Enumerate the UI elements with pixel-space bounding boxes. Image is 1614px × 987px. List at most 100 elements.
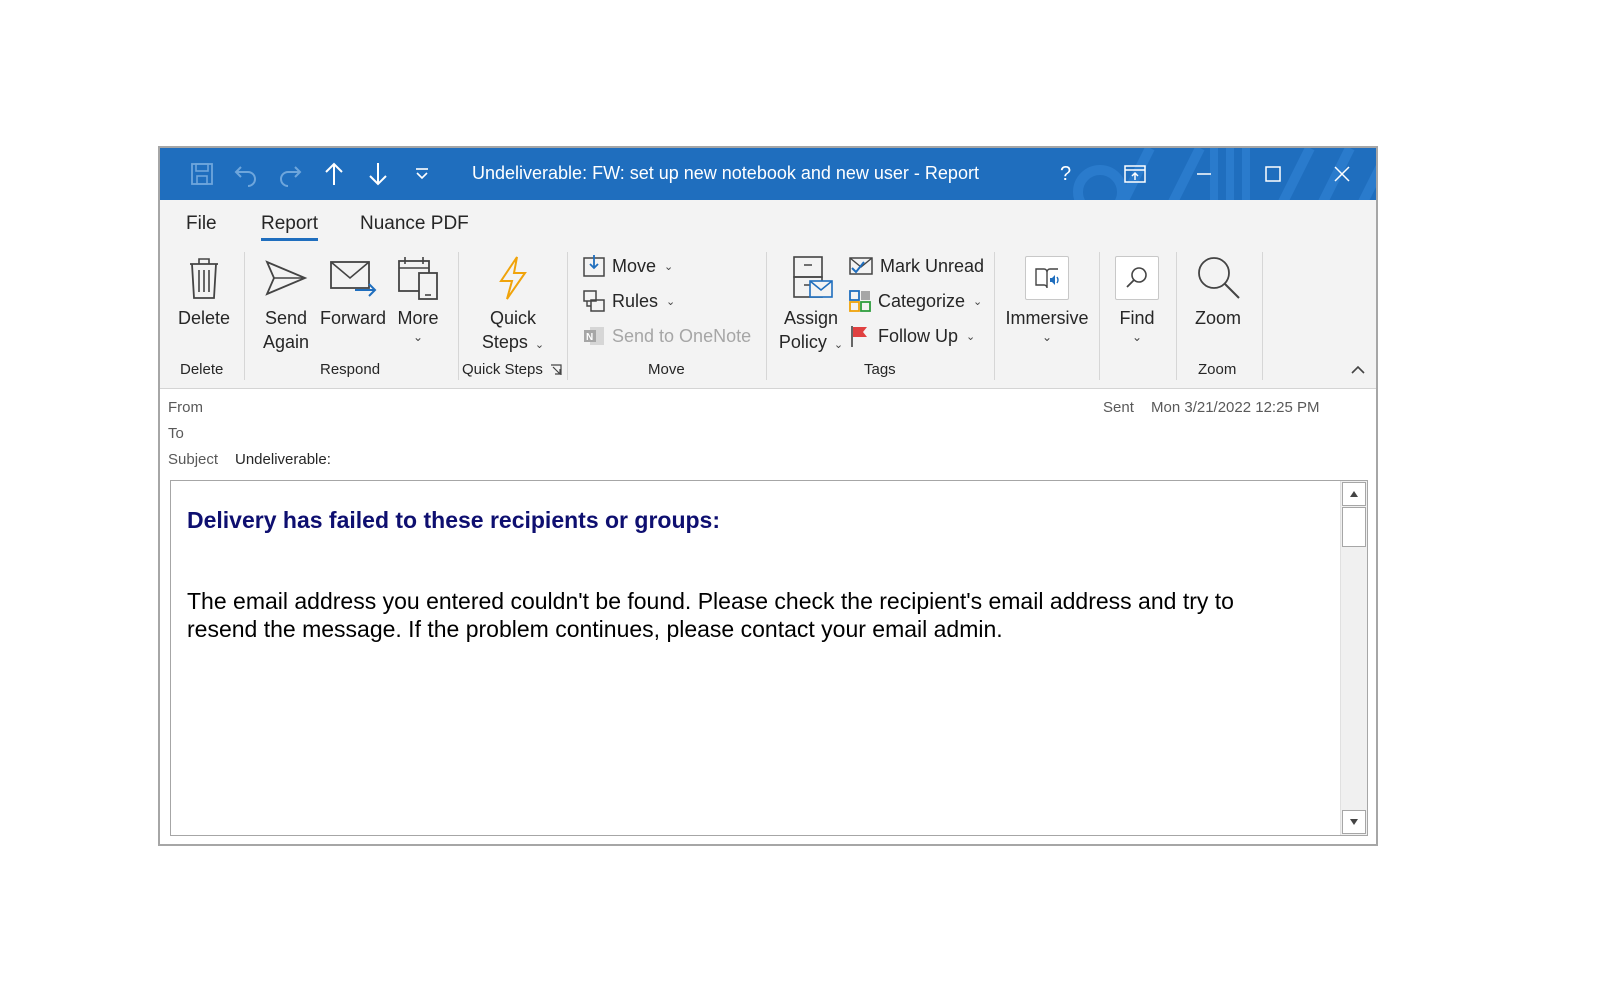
chevron-down-icon: ⌄ [833, 339, 844, 351]
close-icon [1333, 166, 1350, 182]
scrollbar-thumb[interactable] [1342, 507, 1366, 547]
ribbon-separator [244, 252, 245, 380]
ribbon-separator [1176, 252, 1177, 380]
devices-icon [398, 257, 438, 300]
chevron-down-icon: ⌄ [664, 260, 674, 273]
maximize-button[interactable] [1238, 148, 1307, 200]
quick-steps-button[interactable]: Quick Steps ⌄ [476, 250, 550, 357]
delete-label: Delete [177, 308, 231, 328]
send-again-label-line1: Send [264, 308, 308, 328]
group-label-delete: Delete [180, 361, 224, 378]
zoom-button[interactable]: Zoom [1188, 250, 1248, 330]
immersive-reader-button[interactable]: Immersive ⌄ [1002, 250, 1092, 344]
customize-icon[interactable] [406, 158, 438, 190]
tab-file[interactable]: File [186, 213, 217, 235]
group-label-tags: Tags [864, 361, 896, 378]
onenote-icon: N [584, 327, 604, 345]
ribbon-separator [1099, 252, 1100, 380]
from-label: From [168, 399, 203, 416]
categorize-button[interactable]: Categorize ⌄ [848, 289, 982, 313]
assign-policy-icon [793, 256, 833, 298]
triangle-up-icon [1350, 491, 1358, 497]
send-to-onenote-button[interactable]: N Send to OneNote [582, 324, 751, 348]
flag-icon [851, 326, 867, 347]
collapse-ribbon-icon[interactable] [1350, 364, 1366, 376]
assign-policy-button[interactable]: Assign Policy ⌄ [776, 250, 846, 357]
more-respond-button[interactable]: More ⌄ [390, 250, 446, 344]
minimize-icon [1196, 173, 1211, 175]
chevron-down-icon: ⌄ [1041, 330, 1053, 344]
quick-steps-label-line1: Quick [489, 308, 536, 328]
help-icon: ? [1059, 162, 1072, 185]
title-bar: Undeliverable: FW: set up new notebook a… [160, 148, 1376, 200]
send-again-label-line2: Again [262, 332, 310, 352]
zoom-label: Zoom [1194, 308, 1241, 328]
follow-up-button[interactable]: Follow Up ⌄ [848, 324, 975, 348]
chevron-down-icon: ⌄ [666, 295, 676, 308]
window-controls: ? [1031, 148, 1376, 200]
help-button[interactable]: ? [1031, 148, 1100, 200]
to-label: To [168, 425, 184, 442]
dialog-launcher-icon[interactable] [550, 364, 562, 376]
triangle-down-icon [1350, 819, 1358, 825]
chevron-down-icon: ⌄ [534, 339, 545, 351]
delete-button[interactable]: Delete [174, 250, 234, 330]
group-label-quick-steps: Quick Steps [462, 361, 543, 378]
chevron-down-icon: ⌄ [973, 295, 983, 308]
delivery-failed-message: The email address you entered couldn't b… [187, 588, 1234, 642]
ribbon-separator [567, 252, 568, 380]
find-label: Find [1119, 308, 1155, 328]
more-label: More [397, 308, 439, 328]
scroll-up-button[interactable] [1342, 482, 1366, 506]
scroll-down-button[interactable] [1342, 810, 1366, 834]
chevron-down-icon: ⌄ [1131, 330, 1143, 344]
mark-unread-button[interactable]: Mark Unread [848, 254, 984, 278]
redo-icon[interactable] [274, 158, 306, 190]
forward-button[interactable]: Forward [318, 250, 388, 330]
minimize-button[interactable] [1169, 148, 1238, 200]
forward-mail-icon [330, 261, 377, 297]
message-headers: From To Subject Undeliverable: Sent Mon … [160, 389, 1376, 479]
assign-policy-label-line1: Assign [783, 308, 839, 328]
close-button[interactable] [1307, 148, 1376, 200]
rules-button[interactable]: Rules ⌄ [582, 289, 675, 313]
subject-value: Undeliverable: [235, 451, 331, 468]
trash-icon [190, 258, 218, 299]
tab-report[interactable]: Report [261, 213, 319, 241]
arrow-up-icon[interactable] [318, 158, 350, 190]
maximize-icon [1264, 166, 1281, 182]
ribbon-separator [458, 252, 459, 380]
group-label-respond: Respond [320, 361, 381, 378]
move-icon [583, 255, 605, 277]
chevron-down-icon: ⌄ [412, 330, 424, 344]
immersive-reader-icon [1035, 268, 1059, 289]
assign-policy-label-line2: Policy ⌄ [778, 332, 844, 352]
ribbon: Delete Delete Send Again Forward More ⌄ … [160, 246, 1376, 389]
vertical-scrollbar[interactable] [1340, 481, 1367, 835]
immersive-label: Immersive [1005, 308, 1089, 328]
quick-access-toolbar [186, 158, 438, 190]
ribbon-display-button[interactable] [1100, 148, 1169, 200]
ribbon-tab-bar: File Report Nuance PDF [160, 200, 1376, 246]
find-button[interactable]: Find ⌄ [1112, 250, 1162, 344]
outlook-report-window: Undeliverable: FW: set up new notebook a… [158, 146, 1378, 846]
group-label-move: Move [648, 361, 685, 378]
sent-value: Mon 3/21/2022 12:25 PM [1151, 399, 1320, 416]
delivery-failed-heading: Delivery has failed to these recipients … [187, 507, 720, 533]
arrow-down-icon[interactable] [362, 158, 394, 190]
tab-nuance-pdf[interactable]: Nuance PDF [360, 213, 469, 235]
move-button[interactable]: Move ⌄ [582, 254, 673, 278]
search-icon [1126, 267, 1147, 288]
forward-label: Forward [319, 308, 386, 328]
mark-unread-icon [849, 257, 873, 275]
group-label-zoom: Zoom [1198, 361, 1237, 378]
send-again-button[interactable]: Send Again [256, 250, 316, 354]
ribbon-separator [994, 252, 995, 380]
undo-icon[interactable] [230, 158, 262, 190]
window-title: Undeliverable: FW: set up new notebook a… [472, 163, 979, 183]
ribbon-separator [1262, 252, 1263, 380]
chevron-down-icon: ⌄ [966, 330, 976, 343]
message-body[interactable]: Delivery has failed to these recipients … [170, 480, 1368, 836]
quick-steps-label-line2: Steps ⌄ [481, 332, 545, 352]
save-icon[interactable] [186, 158, 218, 190]
